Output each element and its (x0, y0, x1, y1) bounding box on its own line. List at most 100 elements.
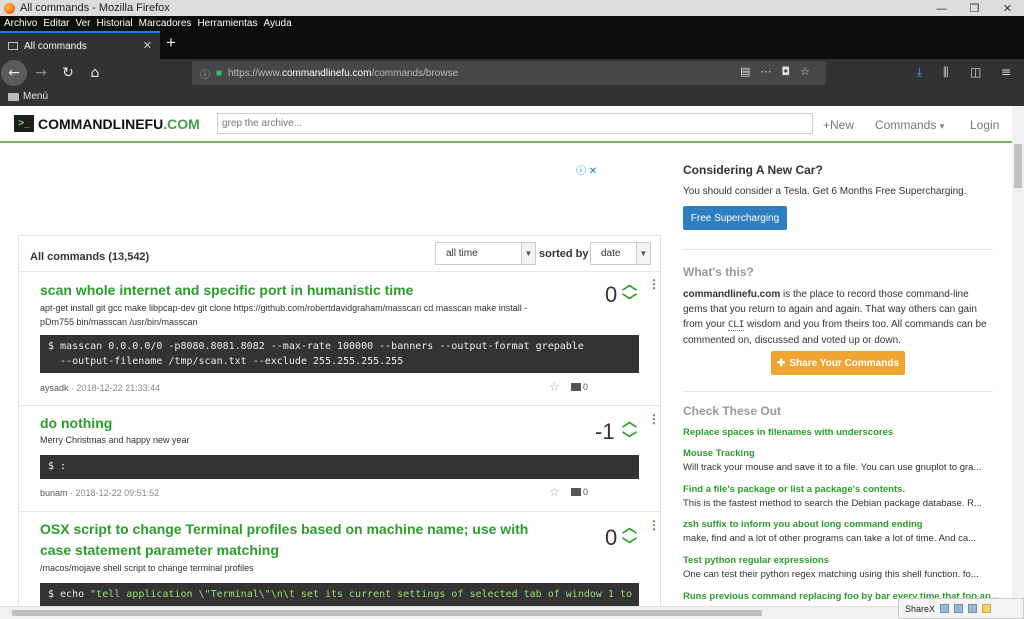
horizontal-scrollbar[interactable] (0, 606, 1024, 619)
scrollbar-thumb[interactable] (1014, 144, 1022, 188)
vote-up-icon[interactable]: ︿ (622, 414, 637, 429)
search-input[interactable] (217, 113, 813, 134)
clipboard-icon[interactable] (982, 604, 992, 613)
related-command-desc: One can test their python regex matching… (683, 569, 979, 580)
pocket-icon[interactable]: ◘ (781, 65, 800, 78)
command-meta: aysadk · 2018-12-22 21:33:44 (40, 383, 160, 393)
sort-value: date (601, 248, 621, 259)
vertical-scrollbar[interactable] (1012, 106, 1024, 606)
page-viewport: >_ COMMANDLINEFU.COM +New Commands ▾ Log… (0, 106, 1012, 606)
related-command-link[interactable]: Mouse Tracking (683, 448, 755, 459)
forward-button[interactable]: → (28, 59, 54, 87)
site-header: >_ COMMANDLINEFU.COM +New Commands ▾ Log… (0, 106, 1012, 143)
related-command-link[interactable]: Test python regular expressions (683, 555, 829, 566)
share-your-commands-button[interactable]: ✚ Share Your Commands (771, 351, 905, 375)
commands-list: All commands (13,542) all time ▼ sorted … (18, 235, 661, 606)
url-actions: ▤⋯◘☆ (740, 65, 820, 78)
url-prefix: https://www. (228, 67, 282, 79)
home-button[interactable]: ⌂ (82, 59, 108, 87)
url-domain: commandlinefu.com (281, 67, 372, 79)
lock-icon[interactable]: ■ (216, 68, 222, 79)
favorite-star-icon[interactable]: ☆ (549, 380, 560, 394)
maximize-button[interactable]: ❐ (958, 2, 991, 15)
related-command-desc: This is the fastest method to search the… (683, 498, 982, 509)
menu-ayuda[interactable]: Ayuda (263, 18, 291, 29)
close-tab-icon[interactable]: ✕ (143, 39, 152, 52)
favorite-star-icon[interactable]: ☆ (549, 485, 560, 499)
window-title: All commands - Mozilla Firefox (20, 2, 170, 14)
related-command-link[interactable]: Find a file's package or list a package'… (683, 484, 905, 495)
vote-down-icon[interactable]: ﹀ (622, 432, 637, 447)
tab-label: All commands (24, 40, 87, 52)
tab-all-commands[interactable]: All commands ✕ (0, 31, 160, 59)
command-title[interactable]: OSX script to change Terminal profiles b… (40, 519, 528, 561)
folder-icon (8, 92, 19, 101)
reload-button[interactable]: ↻ (55, 59, 81, 87)
related-command-link[interactable]: zsh suffix to inform you about long comm… (683, 519, 923, 530)
vote-count: 0 (605, 525, 618, 550)
command-entry: OSX script to change Terminal profiles b… (19, 511, 660, 606)
window-title-bar: All commands - Mozilla Firefox — ❐ ✕ (0, 0, 1024, 16)
home-icon: ⌂ (90, 65, 100, 81)
nav-commands-dropdown[interactable]: Commands ▾ (875, 118, 944, 132)
command-description: apt-get install git gcc make libpcap-dev… (40, 303, 528, 327)
bookmark-star-icon[interactable]: ☆ (800, 65, 820, 78)
bookmarks-menu-folder[interactable]: Menú (23, 91, 48, 102)
period-select[interactable]: all time ▼ (435, 242, 536, 265)
library-icon[interactable]: ⫼ (943, 65, 949, 80)
scrollbar-thumb[interactable] (12, 610, 762, 616)
command-title[interactable]: scan whole internet and specific port in… (40, 280, 413, 301)
ad-choices-icons[interactable]: ⓘ ✕ (576, 162, 597, 177)
reload-icon: ↻ (62, 65, 74, 81)
menu-ver[interactable]: Ver (75, 18, 90, 29)
downloads-icon[interactable]: ⤓ (917, 65, 922, 80)
nav-commands-label: Commands (875, 118, 937, 132)
more-options-icon[interactable]: ⋮ (648, 412, 660, 426)
more-options-icon[interactable]: ⋮ (648, 518, 660, 532)
new-tab-button[interactable]: + (166, 33, 176, 53)
comments-link[interactable]: 0 (571, 487, 588, 497)
vote-down-icon[interactable]: ﹀ (622, 538, 637, 553)
command-title[interactable]: do nothing (40, 413, 112, 434)
close-window-button[interactable]: ✕ (991, 2, 1024, 15)
firefox-logo-icon (4, 2, 15, 14)
menu-archivo[interactable]: Archivo (4, 18, 37, 29)
back-button[interactable]: ← (1, 60, 27, 86)
related-command-link[interactable]: Replace spaces in filenames with undersc… (683, 427, 893, 438)
whats-this-heading: What's this? (683, 265, 754, 279)
dropdown-arrow-icon: ▼ (521, 243, 535, 264)
nav-login-link[interactable]: Login (970, 118, 999, 132)
menu-marcadores[interactable]: Marcadores (139, 18, 192, 29)
vote-up-icon[interactable]: ︿ (622, 520, 637, 535)
sidebar-divider (683, 249, 993, 250)
sort-select[interactable]: date ▼ (590, 242, 651, 265)
reader-view-icon[interactable]: ▤ (740, 65, 760, 78)
menu-historial[interactable]: Historial (97, 18, 133, 29)
menu-herramientas[interactable]: Herramientas (197, 18, 257, 29)
site-logo[interactable]: >_ COMMANDLINEFU.COM (14, 115, 200, 132)
comment-icon (571, 383, 581, 391)
url-bar[interactable]: ⓘ ■ https://www. commandlinefu.com/comman… (192, 61, 826, 85)
comments-link[interactable]: 0 (571, 382, 588, 392)
page-actions-icon[interactable]: ⋯ (760, 65, 781, 78)
menu-editar[interactable]: Editar (43, 18, 69, 29)
author-link[interactable]: aysadk (40, 383, 69, 393)
navigation-toolbar: ← → ↻ ⌂ ⓘ ■ https://www. commandlinefu.co… (0, 59, 1024, 87)
capture-icon[interactable] (940, 604, 950, 613)
more-options-icon[interactable]: ⋮ (648, 277, 660, 291)
info-icon[interactable]: ⓘ (200, 66, 210, 81)
nav-new-link[interactable]: +New (823, 118, 854, 132)
author-link[interactable]: bunam (40, 488, 68, 498)
vote-down-icon[interactable]: ﹀ (622, 294, 637, 309)
sidebar-icon[interactable]: ◫ (970, 65, 981, 79)
vote-up-icon[interactable]: ︿ (622, 277, 637, 292)
region-icon[interactable] (954, 604, 964, 613)
hamburger-menu-icon[interactable]: ≡ (1001, 65, 1011, 79)
upload-icon[interactable] (968, 604, 978, 613)
free-supercharging-button[interactable]: Free Supercharging (683, 206, 787, 230)
minimize-button[interactable]: — (925, 2, 958, 15)
vote-count: -1 (595, 419, 615, 444)
comment-icon (571, 488, 581, 496)
back-arrow-icon: ← (8, 65, 20, 81)
command-description: /macos/mojave shell script to change ter… (40, 563, 254, 573)
